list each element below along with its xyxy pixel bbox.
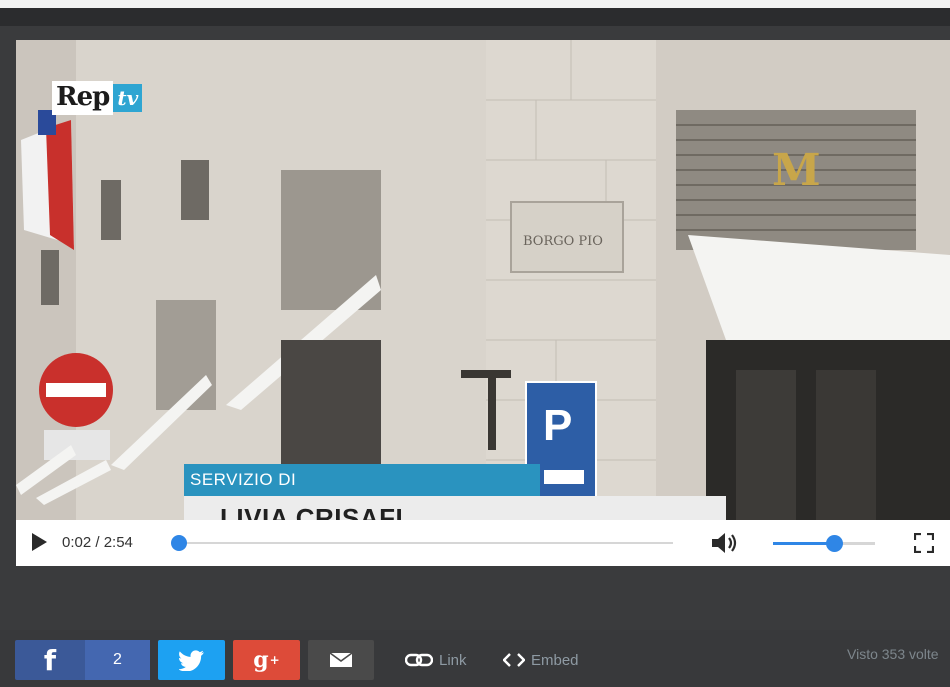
logo-rep-text: Rep — [52, 81, 114, 115]
link-button[interactable]: Link — [405, 648, 467, 672]
player-top-strip — [0, 8, 950, 26]
google-plus-icon: g — [253, 647, 269, 673]
facebook-share-count: 2 — [85, 640, 150, 680]
facebook-icon: f — [43, 643, 57, 677]
video-scene: M BORGO PIO P — [16, 40, 950, 520]
code-icon — [503, 653, 525, 667]
logo-tv-text: tv — [113, 84, 143, 112]
embed-label: Embed — [531, 651, 579, 669]
volume-handle[interactable] — [826, 535, 843, 552]
volume-slider[interactable] — [773, 542, 875, 545]
google-plus-sup: + — [269, 653, 280, 667]
twitter-share-button[interactable] — [158, 640, 225, 680]
link-label: Link — [439, 651, 467, 669]
player-controls: 0:02 / 2:54 — [16, 520, 950, 566]
reptv-logo: Rep tv — [52, 80, 148, 116]
player-bottom-area — [0, 580, 950, 630]
progress-handle[interactable] — [171, 535, 187, 551]
time-display: 0:02 / 2:54 — [62, 534, 133, 551]
email-share-button[interactable] — [308, 640, 374, 680]
mail-icon — [329, 652, 353, 667]
embed-button[interactable]: Embed — [503, 648, 579, 672]
progress-bar[interactable] — [181, 542, 673, 544]
parking-sign-text: P — [543, 401, 572, 450]
play-icon[interactable] — [32, 533, 47, 551]
video-frame[interactable]: M BORGO PIO P Rep tv SERVIZIO DI LIVIA C… — [16, 40, 950, 520]
twitter-bird-icon — [178, 650, 204, 671]
svg-text:M: M — [772, 145, 821, 196]
volume-level — [773, 542, 835, 545]
view-count: Visto 353 volte — [847, 646, 939, 662]
fullscreen-icon[interactable] — [914, 533, 934, 553]
caption-label: SERVIZIO DI — [184, 464, 540, 496]
link-icon — [405, 653, 433, 667]
google-plus-share-button[interactable]: g + — [233, 640, 300, 680]
street-sign-text: BORGO PIO — [523, 234, 603, 249]
caption-name: LIVIA CRISAFI — [184, 496, 726, 520]
volume-icon[interactable] — [710, 531, 740, 555]
facebook-share-button[interactable]: f 2 — [15, 640, 150, 680]
page-top-bar — [0, 0, 950, 8]
share-bar: f 2 g + Link Embed Visto 353 volte — [0, 630, 950, 687]
